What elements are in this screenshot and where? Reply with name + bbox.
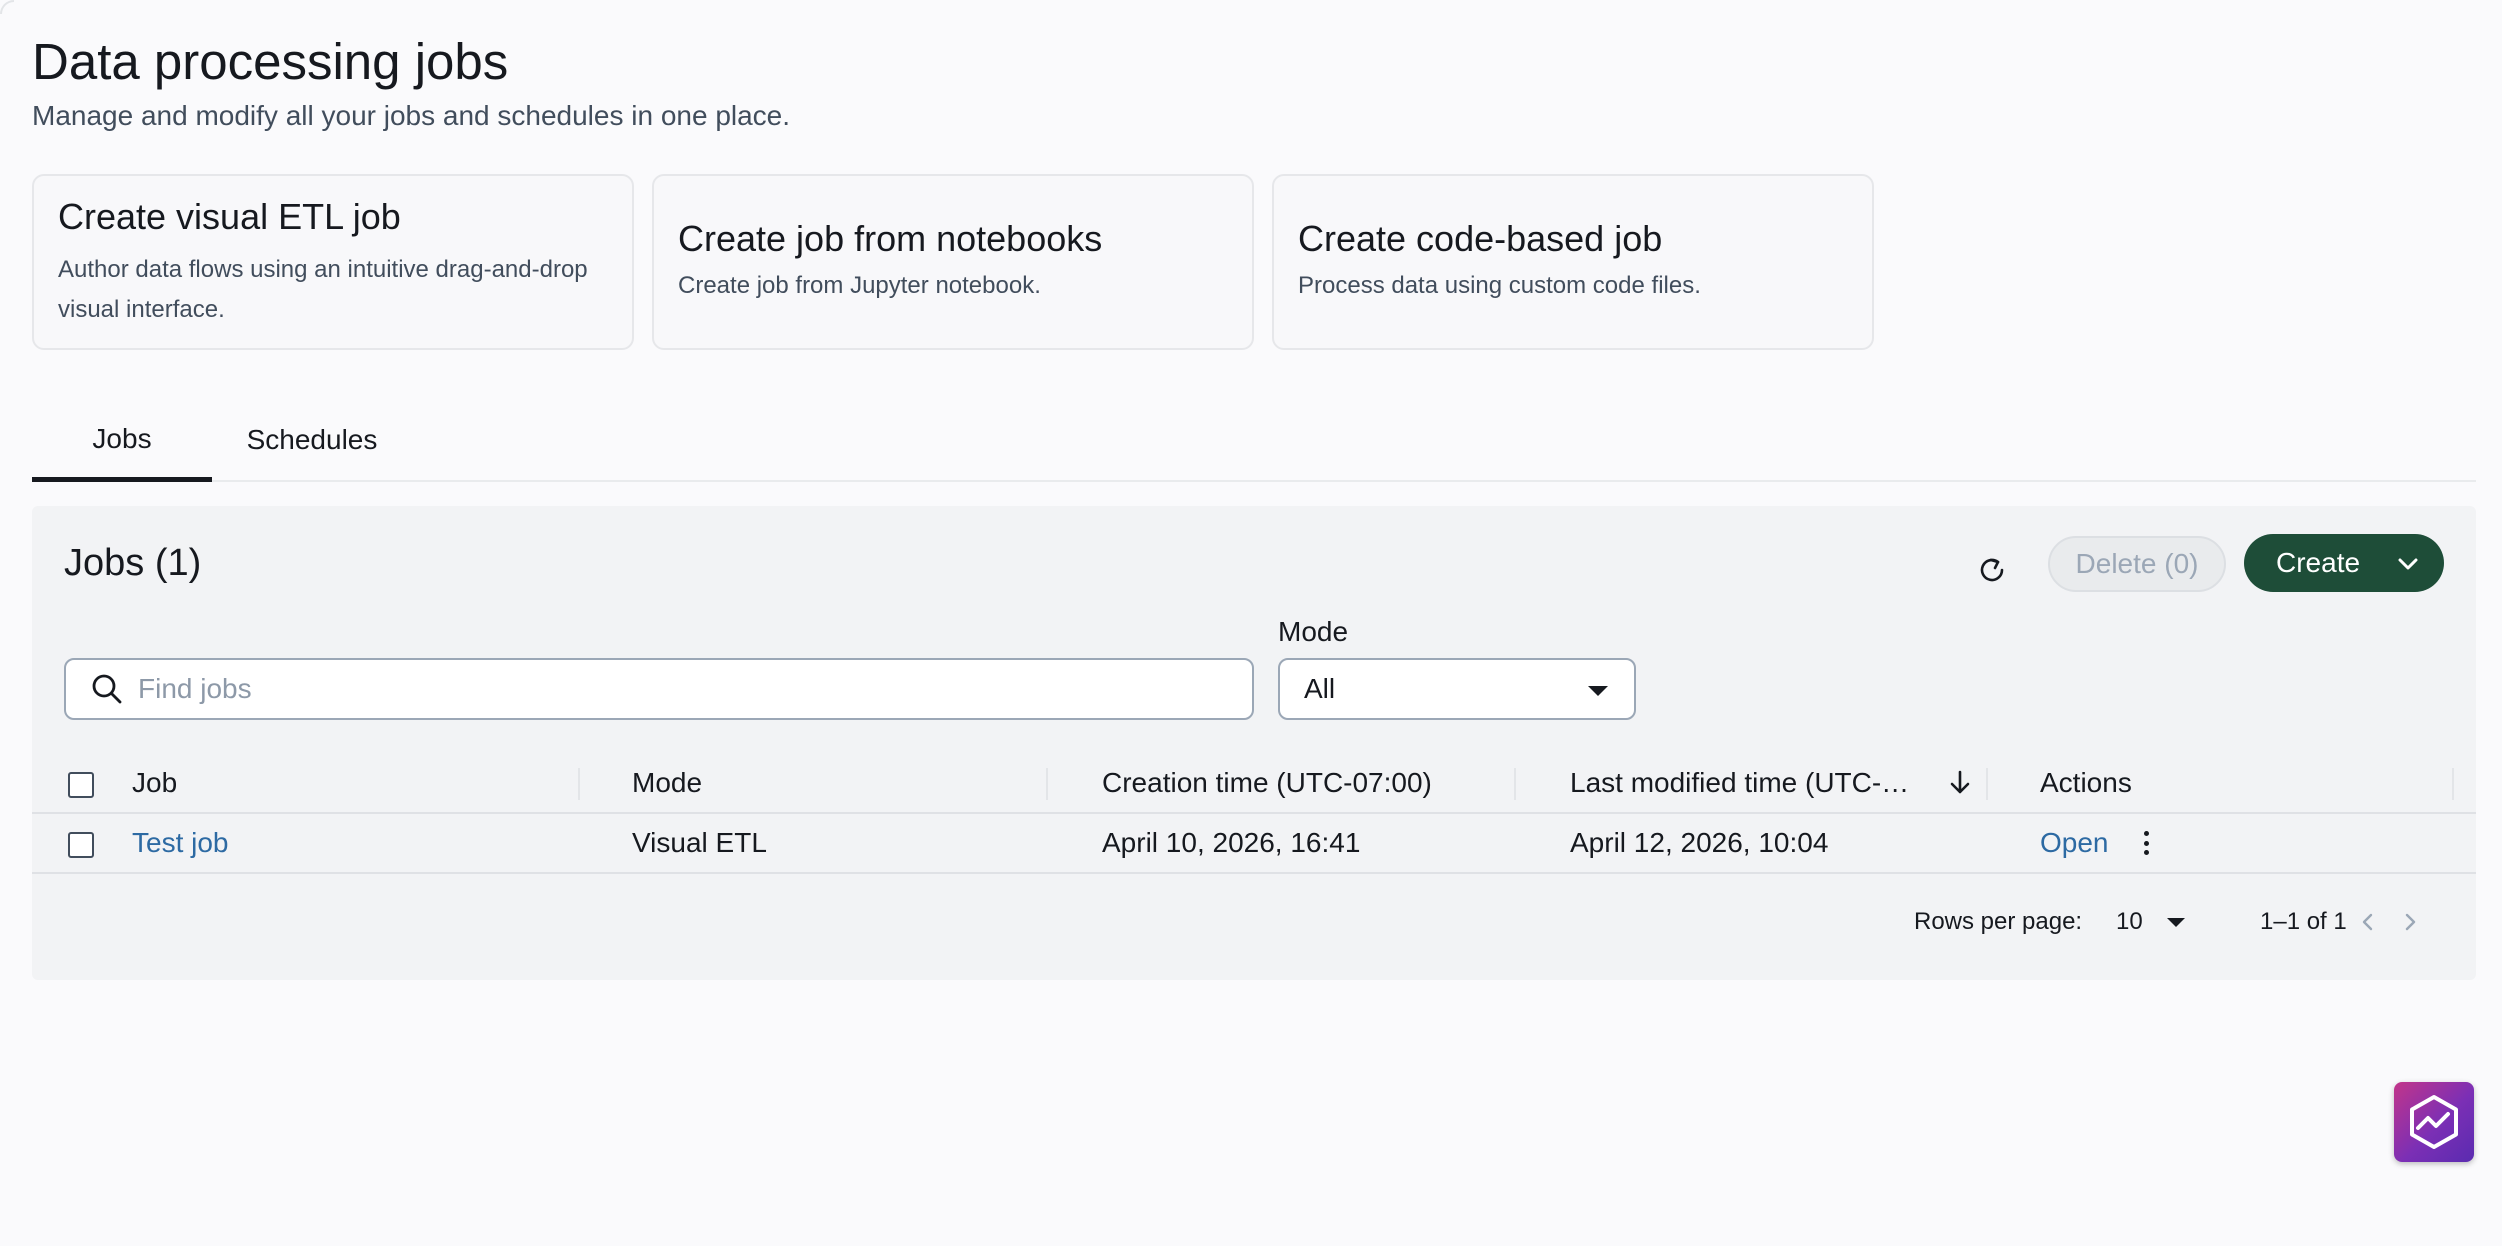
page-subtitle: Manage and modify all your jobs and sche…	[32, 100, 791, 131]
table-row: Test job Visual ETL April 10, 2026, 16:4…	[32, 814, 2476, 874]
search-icon	[92, 674, 122, 704]
column-divider	[2452, 768, 2454, 800]
card-description: Process data using custom code files.	[1298, 272, 1701, 299]
pagination-range: 1–1 of 1	[2260, 908, 2347, 935]
job-last-modified: April 12, 2026, 10:04	[1570, 827, 1829, 858]
column-divider[interactable]	[1046, 768, 1048, 800]
sort-descending-icon[interactable]	[1946, 768, 1974, 798]
job-name-link[interactable]: Test job	[132, 814, 229, 872]
data-processing-jobs-page: Data processing jobs Manage and modify a…	[32, 0, 2476, 1246]
jobs-panel: Jobs (1) Delete (0) Create Mode All	[32, 506, 2476, 980]
card-title: Create job from notebooks	[678, 218, 1103, 259]
column-header-job[interactable]: Job	[132, 754, 177, 812]
card-title: Create visual ETL job	[58, 196, 401, 237]
more-actions-icon[interactable]	[2136, 828, 2156, 858]
create-code-based-job-card[interactable]: Create code-based job Process data using…	[1272, 174, 1874, 350]
job-creation-time: April 10, 2026, 16:41	[1102, 827, 1361, 858]
window-corner	[0, 0, 14, 14]
tab-bar: Jobs Schedules	[32, 400, 2476, 482]
column-divider[interactable]	[1514, 768, 1516, 800]
create-visual-etl-card[interactable]: Create visual ETL job Author data flows …	[32, 174, 634, 350]
create-button[interactable]: Create	[2244, 534, 2444, 592]
column-header-actions: Actions	[2040, 767, 2132, 798]
chevron-down-icon	[2398, 558, 2418, 570]
assistant-logo-icon	[2410, 1095, 2458, 1149]
mode-filter-select[interactable]: All	[1278, 658, 1636, 720]
chevron-right-icon	[2405, 913, 2416, 931]
jobs-table: Job Mode Creation time (UTC-07:00) Last …	[32, 754, 2476, 874]
next-page-button[interactable]	[2400, 898, 2420, 946]
rows-per-page-value: 10	[2116, 908, 2143, 935]
column-header-mode[interactable]: Mode	[632, 754, 702, 812]
tab-jobs[interactable]: Jobs	[32, 400, 212, 482]
column-header-last-modified[interactable]: Last modified time (UTC-…	[1570, 754, 1909, 812]
column-header-creation-time[interactable]: Creation time (UTC-07:00)	[1102, 754, 1432, 812]
select-all-checkbox[interactable]	[68, 772, 94, 798]
page-title: Data processing jobs	[32, 33, 509, 90]
job-mode: Visual ETL	[632, 827, 767, 858]
card-description: Author data flows using an intuitive dra…	[58, 256, 588, 323]
tab-schedules[interactable]: Schedules	[212, 400, 412, 480]
column-divider[interactable]	[578, 768, 580, 800]
previous-page-button[interactable]	[2358, 898, 2378, 946]
row-checkbox[interactable]	[68, 832, 94, 858]
column-divider[interactable]	[1986, 768, 1988, 800]
caret-down-icon	[2166, 917, 2185, 927]
create-button-label: Create	[2276, 547, 2361, 578]
open-job-link[interactable]: Open	[2040, 814, 2109, 872]
chevron-left-icon	[2362, 913, 2373, 931]
create-job-from-notebooks-card[interactable]: Create job from notebooks Create job fro…	[652, 174, 1254, 350]
refresh-button[interactable]	[1968, 546, 2016, 594]
refresh-icon	[1980, 558, 2004, 582]
card-description: Create job from Jupyter notebook.	[678, 272, 1041, 299]
mode-filter-label: Mode	[1278, 616, 1349, 647]
rows-per-page-select[interactable]: 10	[2116, 898, 2185, 946]
jobs-panel-title: Jobs (1)	[64, 542, 202, 584]
mode-filter-value: All	[1304, 673, 1336, 704]
caret-down-icon	[1588, 686, 1608, 696]
rows-per-page-label: Rows per page:	[1914, 908, 2083, 935]
delete-button[interactable]: Delete (0)	[2048, 536, 2226, 592]
search-input[interactable]	[138, 673, 1238, 705]
assistant-launcher-button[interactable]	[2394, 1082, 2474, 1162]
search-field[interactable]	[64, 658, 1254, 720]
table-header-row: Job Mode Creation time (UTC-07:00) Last …	[32, 754, 2476, 814]
create-job-cards: Create visual ETL job Author data flows …	[32, 174, 1874, 350]
card-title: Create code-based job	[1298, 218, 1663, 259]
